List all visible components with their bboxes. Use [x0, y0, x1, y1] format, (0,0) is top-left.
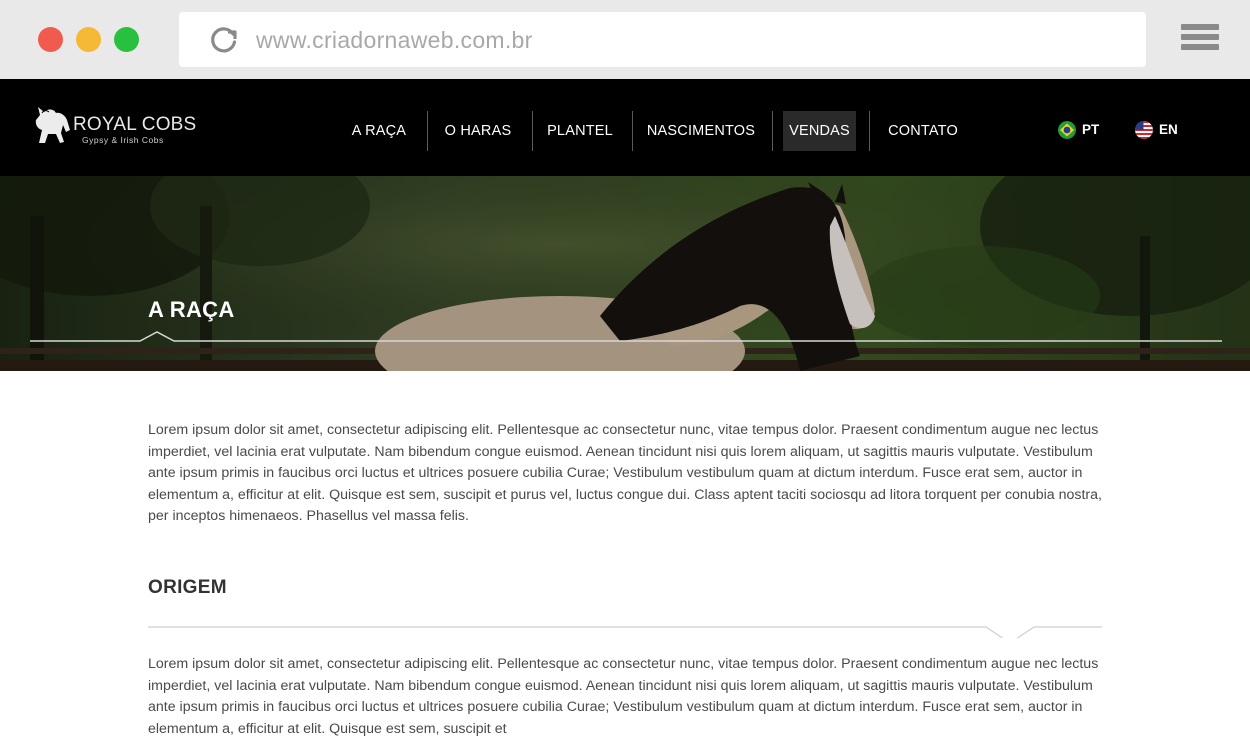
language-label: PT — [1082, 122, 1100, 137]
intro-paragraph: Lorem ipsum dolor sit amet, consectetur … — [148, 422, 1102, 525]
section-divider — [148, 626, 1102, 638]
minimize-window-button[interactable] — [76, 27, 101, 52]
browser-chrome: www.criadornaweb.com.br — [0, 0, 1250, 79]
close-window-button[interactable] — [38, 27, 63, 52]
nav-separator — [532, 111, 533, 151]
nav-item-a-raca[interactable]: A RAÇA — [343, 111, 415, 151]
nav-separator — [632, 111, 633, 151]
nav-item-vendas[interactable]: VENDAS — [783, 111, 856, 151]
nav-separator — [427, 111, 428, 151]
nav-separator — [869, 111, 870, 151]
language-pt[interactable]: PT — [1058, 120, 1102, 140]
section-paragraph: Lorem ipsum dolor sit amet, consectetur … — [148, 656, 1099, 736]
section-title-origem: ORIGEM — [148, 577, 227, 598]
hero-horse-image — [0, 176, 1250, 371]
nav-item-nascimentos[interactable]: NASCIMENTOS — [644, 111, 758, 151]
reload-icon[interactable] — [209, 25, 239, 55]
brazil-flag-icon — [1058, 121, 1076, 139]
hero-banner: A RAÇA — [0, 176, 1250, 371]
url-text[interactable]: www.criadornaweb.com.br — [256, 27, 533, 54]
nav-item-o-haras[interactable]: O HARAS — [440, 111, 516, 151]
nav-item-plantel[interactable]: PLANTEL — [545, 111, 615, 151]
browser-menu-icon[interactable] — [1181, 24, 1219, 55]
language-label: EN — [1159, 122, 1178, 137]
site-header: ROYAL COBS Gypsy & Irish Cobs A RAÇA O H… — [0, 79, 1250, 176]
maximize-window-button[interactable] — [114, 27, 139, 52]
page-title: A RAÇA — [148, 297, 235, 322]
nav-item-contato[interactable]: CONTATO — [881, 111, 965, 151]
nav-separator — [772, 111, 773, 151]
address-bar[interactable]: www.criadornaweb.com.br — [179, 12, 1146, 67]
usa-flag-icon — [1135, 121, 1153, 139]
language-en[interactable]: EN — [1135, 120, 1179, 140]
